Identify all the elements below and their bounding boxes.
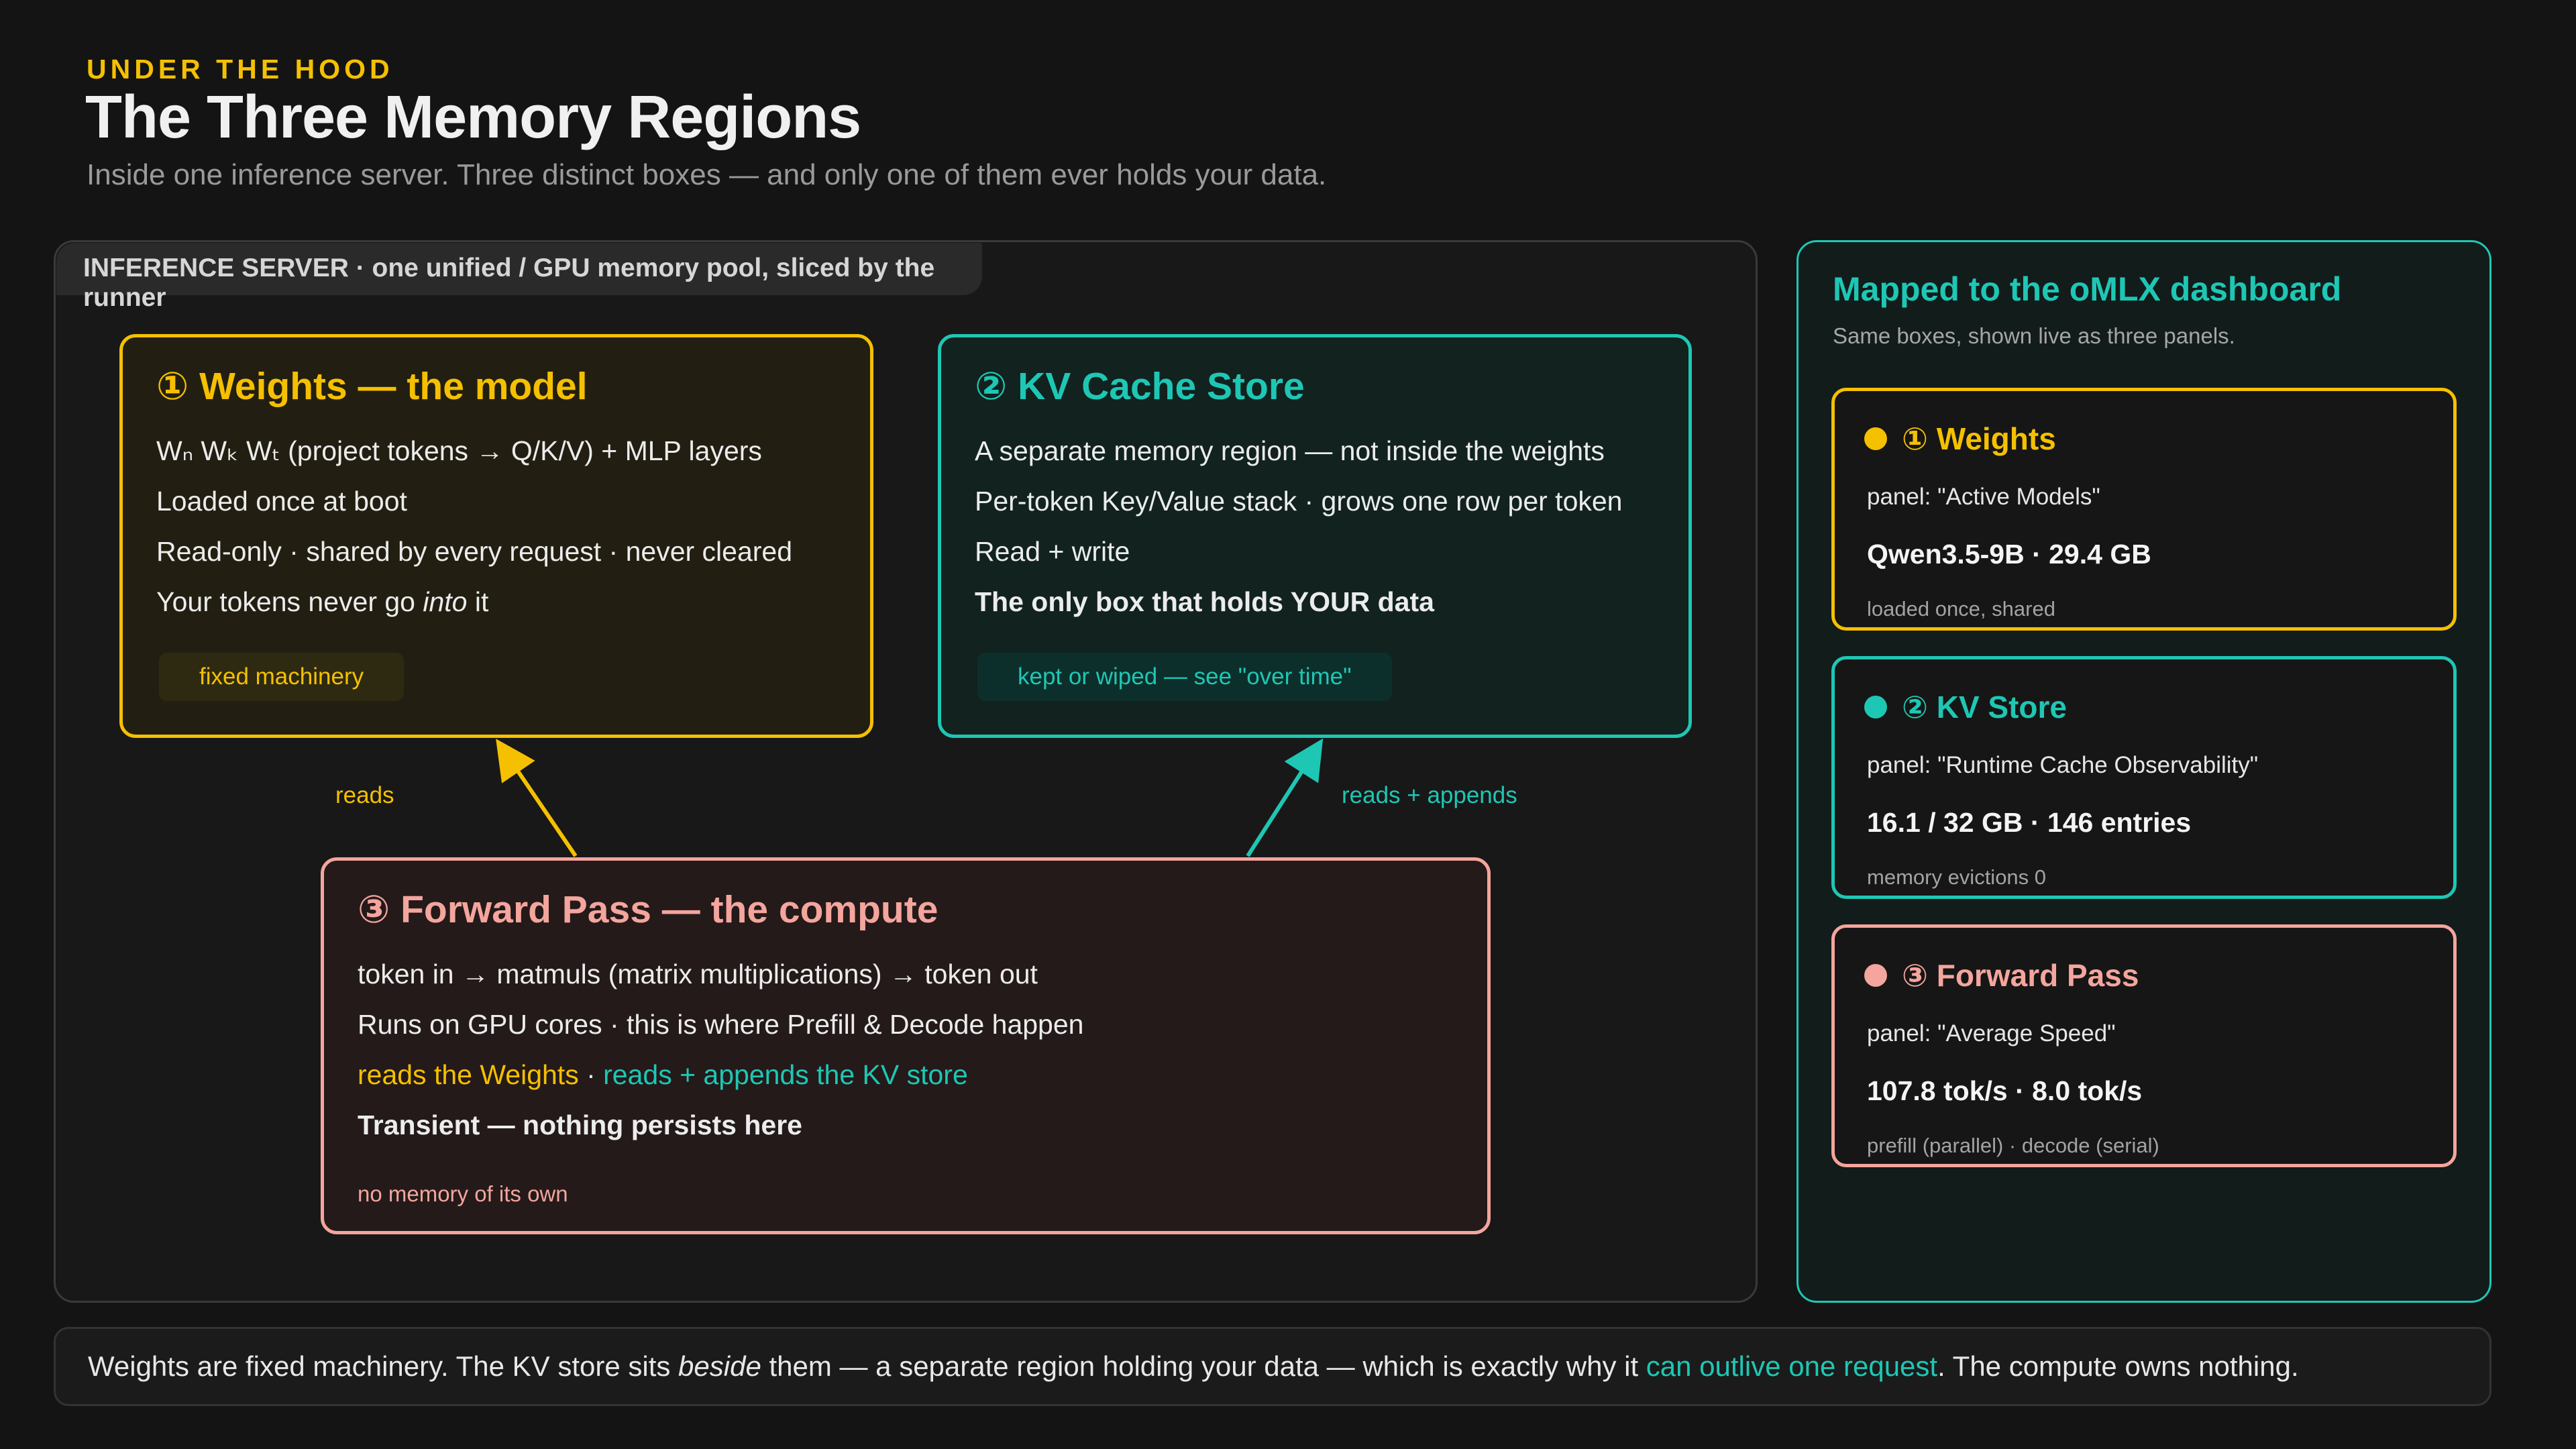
card-fp-panel: panel: "Average Speed" <box>1867 1020 2116 1046</box>
forward-line-3: reads the Weights · reads + appends the … <box>358 1050 1454 1100</box>
dashboard-subtitle: Same boxes, shown live as three panels. <box>1833 323 2235 348</box>
card-kv-metric: 16.1 / 32 GB · 146 entries <box>1867 807 2192 838</box>
kv-line-1: A separate memory region — not inside th… <box>975 435 1605 466</box>
card-weights-foot: loaded once, shared <box>1867 597 2055 621</box>
kv-chip: kept or wiped — see "over time" <box>977 653 1392 701</box>
kv-line-2: Per-token Key/Value stack · grows one ro… <box>975 486 1623 517</box>
kv-bold-line: The only box that holds YOUR data <box>975 586 1434 617</box>
weights-line-4: Your tokens never go into it <box>156 577 837 627</box>
card-weights-title: ① Weights <box>1902 421 2056 456</box>
reads-appends-kv-arrow <box>1246 738 1324 857</box>
forward-dot-icon <box>1864 964 1887 987</box>
weights-line-2: Loaded once at boot <box>156 486 407 517</box>
weights-title: ① Weights — the model <box>156 365 588 408</box>
footer-part-2: them — a separate region holding your da… <box>761 1350 1646 1382</box>
card-kv-panel: panel: "Runtime Cache Observability" <box>1867 752 2259 778</box>
weights-line-4-post: it <box>467 586 489 617</box>
weights-line-1: Wₙ Wₖ Wₜ (project tokens → Q/K/V) + MLP … <box>156 435 762 466</box>
card-weights-head: ① Weights <box>1864 421 2453 457</box>
dashboard-card-weights: ① Weights panel: "Active Models" Qwen3.5… <box>1831 388 2457 631</box>
forward-line-1: token in → matmuls (matrix multiplicatio… <box>358 959 1038 989</box>
card-kv-head: ② KV Store <box>1864 689 2453 725</box>
forward-note: no memory of its own <box>358 1181 568 1206</box>
card-weights-panel: panel: "Active Models" <box>1867 484 2100 510</box>
kv-line-3: Read + write <box>975 536 1130 567</box>
card-fp-title: ③ Forward Pass <box>1902 958 2139 993</box>
reads-arrow-label: reads <box>335 782 394 808</box>
dashboard-card-kv: ② KV Store panel: "Runtime Cache Observa… <box>1831 656 2457 899</box>
card-kv-foot: memory evictions 0 <box>1867 865 2047 889</box>
forward-pass-box: ③ Forward Pass — the compute token in → … <box>321 857 1491 1234</box>
reads-appends-arrow-label: reads + appends <box>1342 782 1517 808</box>
weights-dot-icon <box>1864 427 1887 450</box>
footer-part-1: Weights are fixed machinery. The KV stor… <box>88 1350 679 1382</box>
forward-title: ③ Forward Pass — the compute <box>358 888 938 931</box>
dashboard-card-forward-pass: ③ Forward Pass panel: "Average Speed" 10… <box>1831 924 2457 1167</box>
kv-title: ② KV Cache Store <box>975 365 1305 408</box>
forward-reads-weights: reads the Weights <box>358 1059 579 1090</box>
card-weights-metric: Qwen3.5-9B · 29.4 GB <box>1867 539 2151 570</box>
weights-line-4-emphasis: into <box>423 586 468 617</box>
weights-chip: fixed machinery <box>159 653 405 701</box>
forward-reads-kv: reads + appends the KV store <box>603 1059 968 1090</box>
forward-separator: · <box>578 1059 604 1090</box>
kv-cache-box: ② KV Cache Store A separate memory regio… <box>938 334 1692 738</box>
weights-line-4-pre: Your tokens never go <box>156 586 423 617</box>
footer-part-3: . The compute owns nothing. <box>1937 1350 2299 1382</box>
card-fp-head: ③ Forward Pass <box>1864 957 2453 994</box>
footer-emphasis: beside <box>678 1350 761 1382</box>
footer-highlight: can outlive one request <box>1646 1350 1938 1382</box>
forward-bold-line: Transient — nothing persists here <box>358 1110 802 1140</box>
forward-line-2: Runs on GPU cores · this is where Prefil… <box>358 1009 1084 1040</box>
reads-weights-arrow <box>496 739 578 857</box>
card-kv-title: ② KV Store <box>1902 690 2067 724</box>
footer-summary: Weights are fixed machinery. The KV stor… <box>54 1327 2491 1406</box>
kv-dot-icon <box>1864 696 1887 718</box>
weights-box: ① Weights — the model Wₙ Wₖ Wₜ (project … <box>119 334 873 738</box>
dashboard-title: Mapped to the oMLX dashboard <box>1833 270 2342 308</box>
card-fp-metric: 107.8 tok/s · 8.0 tok/s <box>1867 1075 2143 1106</box>
weights-line-3: Read-only · shared by every request · ne… <box>156 536 793 567</box>
card-fp-foot: prefill (parallel) · decode (serial) <box>1867 1134 2159 1157</box>
